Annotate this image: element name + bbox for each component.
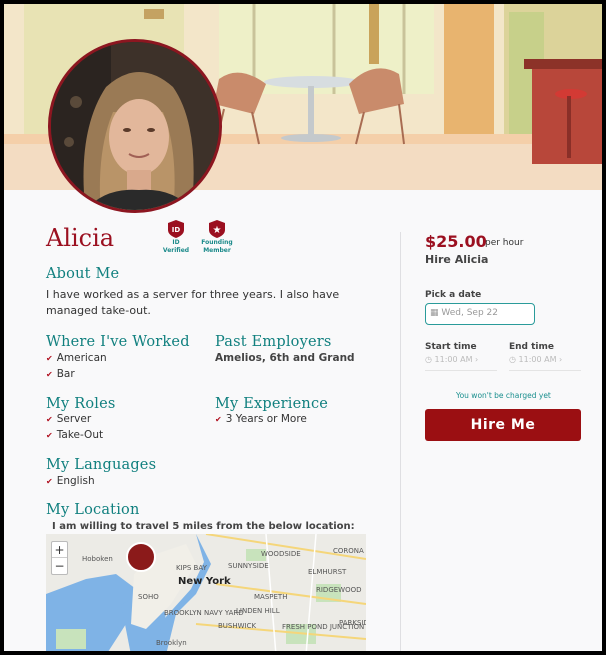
svg-text:★: ★: [213, 225, 222, 236]
experience-item-label: 3 Years or More: [225, 413, 307, 425]
map-label: PARKSID: [339, 619, 366, 627]
date-label: Pick a date: [425, 290, 482, 300]
profile-name: Alicia: [46, 224, 115, 252]
end-time-value: 11:00 AM: [518, 355, 557, 364]
employers-text: Amelios, 6th and Grand: [215, 352, 355, 364]
start-time-label: Start time: [425, 342, 477, 352]
map-label: WOODSIDE: [261, 550, 301, 558]
badge-label: Verified: [162, 247, 190, 254]
roles-heading: My Roles: [46, 396, 116, 412]
hire-subtitle: Hire Alicia: [425, 253, 489, 266]
badge-label: ID: [172, 239, 180, 246]
id-verified-badge: ID ID Verified: [156, 220, 196, 254]
per-hour-label: per hour: [485, 238, 524, 248]
map-label: SUNNYSIDE: [228, 562, 269, 570]
map-label: KIPS BAY: [176, 564, 207, 572]
chevron-down-icon: ›: [472, 355, 479, 364]
roles-item: ✔ Take-Out: [46, 429, 103, 441]
zoom-in-button[interactable]: +: [52, 542, 67, 558]
worked-item: ✔ Bar: [46, 368, 75, 380]
not-charged-note: You won't be charged yet: [456, 391, 551, 400]
profile-avatar: [48, 39, 222, 213]
founding-member-badge: ★ Founding Member: [197, 220, 237, 254]
worked-heading: Where I've Worked: [46, 334, 190, 350]
id-shield-icon: ID: [168, 220, 184, 238]
location-map[interactable]: + − Hoboken WOODSIDE SUNNYSIDE KIPS BAY …: [46, 534, 366, 651]
about-heading: About Me: [46, 266, 120, 282]
roles-item: ✔ Server: [46, 413, 91, 425]
svg-text:ID: ID: [172, 226, 181, 234]
map-label: SOHO: [138, 593, 159, 601]
hire-me-button[interactable]: Hire Me: [425, 409, 581, 441]
end-time-select[interactable]: ◷ 11:00 AM ›: [509, 355, 581, 371]
map-label: Brooklyn: [156, 639, 187, 647]
about-text-line2: managed take-out.: [46, 304, 151, 317]
map-city-label: New York: [178, 576, 231, 587]
column-divider: [400, 232, 401, 651]
date-value: Wed, Sep 22: [441, 308, 498, 318]
roles-item-label: Take-Out: [56, 429, 104, 441]
map-zoom-control: + −: [51, 541, 68, 575]
star-shield-icon: ★: [209, 220, 225, 238]
start-time-value: 11:00 AM: [434, 355, 473, 364]
hourly-price: $25.00: [425, 232, 487, 251]
map-label: MASPETH: [254, 593, 288, 601]
map-label: ELMHURST: [308, 568, 347, 576]
check-icon: ✔: [46, 370, 53, 379]
about-text-line1: I have worked as a server for three year…: [46, 288, 340, 301]
employers-heading: Past Employers: [215, 334, 332, 350]
calendar-icon: ▦: [430, 308, 442, 318]
worked-item-label: American: [56, 352, 107, 364]
profile-page: Alicia ID ID Verified ★ Founding Member …: [0, 0, 606, 655]
location-pin-icon[interactable]: [126, 542, 156, 572]
start-time-select[interactable]: ◷ 11:00 AM ›: [425, 355, 497, 371]
check-icon: ✔: [46, 431, 53, 440]
clock-icon: ◷: [425, 355, 435, 364]
badge-label: Founding: [201, 239, 233, 246]
badge-label: Member: [203, 247, 231, 254]
date-input[interactable]: ▦ Wed, Sep 22: [425, 303, 535, 325]
experience-item: ✔ 3 Years or More: [215, 413, 307, 425]
zoom-out-button[interactable]: −: [52, 558, 67, 574]
map-label: Hoboken: [82, 555, 113, 563]
map-label: BUSHWICK: [218, 622, 257, 630]
experience-heading: My Experience: [215, 396, 329, 412]
map-label: BROOKLYN NAVY YARD: [164, 609, 244, 617]
roles-item-label: Server: [56, 413, 92, 425]
location-heading: My Location: [46, 502, 140, 518]
languages-item: ✔ English: [46, 475, 95, 487]
languages-item-label: English: [56, 475, 95, 487]
check-icon: ✔: [46, 354, 53, 363]
check-icon: ✔: [46, 477, 53, 486]
worked-item-label: Bar: [56, 368, 75, 380]
end-time-label: End time: [509, 342, 554, 352]
clock-icon: ◷: [509, 355, 519, 364]
check-icon: ✔: [215, 415, 222, 424]
worked-item: ✔ American: [46, 352, 107, 364]
map-label: CORONA: [333, 547, 364, 555]
map-label: RIDGEWOOD: [316, 586, 362, 594]
check-icon: ✔: [46, 415, 53, 424]
location-note: I am willing to travel 5 miles from the …: [52, 521, 355, 532]
chevron-down-icon: ›: [556, 355, 563, 364]
languages-heading: My Languages: [46, 457, 157, 473]
